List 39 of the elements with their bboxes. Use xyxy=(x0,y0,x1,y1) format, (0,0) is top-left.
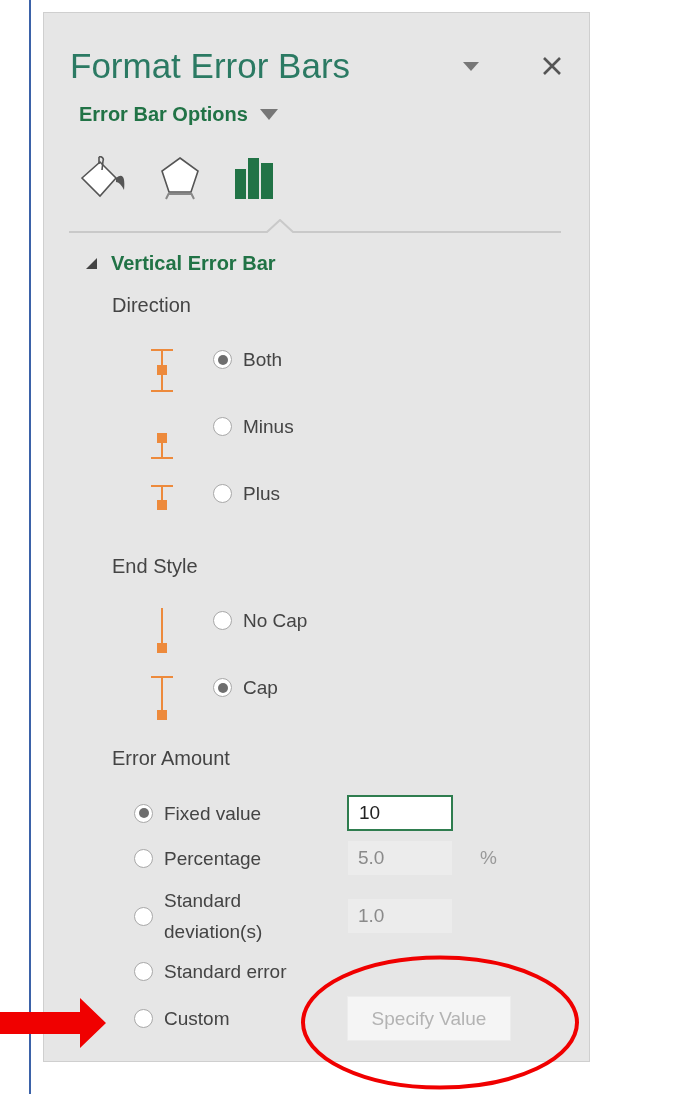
minus-direction-icon xyxy=(151,433,173,459)
option-label: No Cap xyxy=(243,609,308,633)
option-label: Custom xyxy=(164,1007,231,1031)
pane-title: Format Error Bars xyxy=(70,46,351,86)
radio-button[interactable] xyxy=(213,350,232,369)
plus-direction-icon xyxy=(151,485,173,510)
group-label: End Style xyxy=(112,554,199,578)
pentagon-icon[interactable] xyxy=(160,156,200,200)
unit-label: % xyxy=(480,847,497,869)
radio-button[interactable] xyxy=(134,1009,153,1028)
bar-chart-icon[interactable] xyxy=(234,157,274,199)
radio-button[interactable] xyxy=(134,848,153,868)
caret-icon[interactable] xyxy=(259,108,278,120)
cap-icon xyxy=(151,676,173,720)
radio-button[interactable] xyxy=(213,417,232,436)
option-label: Standard deviation(s) xyxy=(164,889,264,944)
section-header[interactable]: Vertical Error Bar xyxy=(111,251,276,275)
option-label: Cap xyxy=(243,676,278,700)
group-label: Error Amount xyxy=(112,746,231,770)
radio-button[interactable] xyxy=(213,678,232,697)
options-menu[interactable]: Error Bar Options xyxy=(79,102,248,126)
radio-button[interactable] xyxy=(134,962,153,981)
value-field[interactable]: 10 xyxy=(347,795,453,831)
both-direction-icon xyxy=(151,349,173,392)
radio-button[interactable] xyxy=(134,906,153,926)
radio-button[interactable] xyxy=(134,803,153,823)
option-label: Both xyxy=(243,348,283,372)
group-label: Direction xyxy=(112,293,192,317)
dropdown-caret-icon[interactable] xyxy=(463,61,479,71)
paint-bucket-icon[interactable] xyxy=(80,156,126,200)
option-label: Fixed value xyxy=(164,801,263,826)
collapse-triangle-icon[interactable] xyxy=(86,257,97,269)
option-label: Minus xyxy=(243,415,294,439)
close-icon[interactable] xyxy=(543,57,561,75)
radio-button[interactable] xyxy=(213,484,232,503)
option-label: Standard error xyxy=(164,960,288,984)
option-label: Plus xyxy=(243,482,280,506)
radio-button[interactable] xyxy=(213,611,232,630)
option-label: Percentage xyxy=(164,846,263,871)
